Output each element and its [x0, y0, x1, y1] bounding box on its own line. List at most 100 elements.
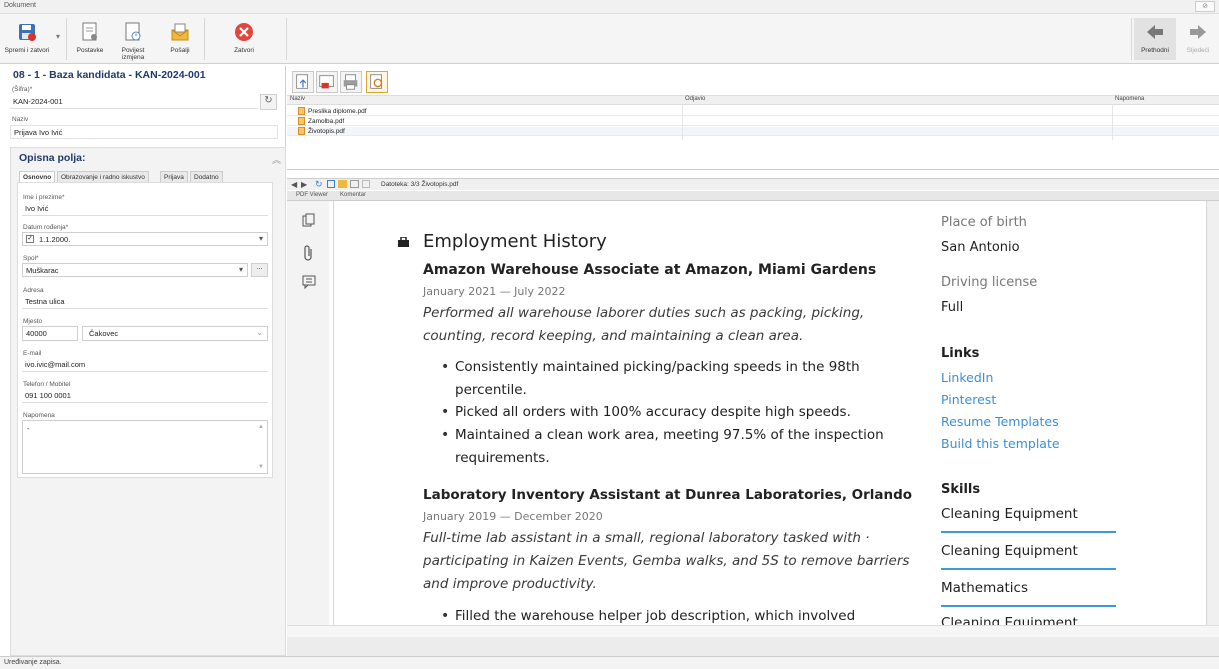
- birth-date-label: Datum rođenja*: [23, 224, 69, 231]
- tab-pdf-viewer[interactable]: PDF Viewer: [296, 192, 328, 198]
- name-field[interactable]: Prijava Ivo Ivić: [10, 125, 278, 139]
- send-button[interactable]: Pošalji: [160, 18, 200, 60]
- chevron-down-icon[interactable]: ▾: [239, 265, 243, 274]
- email-field[interactable]: ivo.ivic@mail.com: [22, 358, 268, 372]
- arrow-right-icon: [1190, 25, 1206, 39]
- driving-license-label: Driving license: [941, 275, 1038, 290]
- file-row-selected[interactable]: Životopis.pdf: [287, 127, 1219, 136]
- link-linkedin[interactable]: LinkedIn: [941, 370, 993, 385]
- phone-label: Telefon / Mobitel: [23, 381, 71, 388]
- folder-icon[interactable]: [338, 180, 347, 188]
- bullet-item: Consistently maintained picking/packing …: [455, 359, 860, 375]
- phone-field[interactable]: 091 100 0001: [22, 389, 268, 403]
- note-label: Napomena: [23, 412, 55, 419]
- full-name-label: Ime i prezime*: [23, 194, 65, 201]
- scan-pdf-icon[interactable]: [316, 71, 338, 93]
- refresh-icon[interactable]: ↻: [315, 179, 323, 190]
- next-file-icon[interactable]: ▶: [301, 180, 307, 189]
- job-description: counting, record keeping, and maintainin…: [423, 328, 804, 344]
- pdf-vertical-scrollbar[interactable]: [1207, 201, 1219, 625]
- preview-icon[interactable]: [366, 71, 388, 93]
- window-options-icon[interactable]: ⊘: [1195, 1, 1215, 12]
- skill-bar: [941, 605, 1116, 607]
- history-button[interactable]: Povijest izmjena: [110, 18, 156, 61]
- column-note[interactable]: Napomena: [1115, 96, 1144, 102]
- address-label: Adresa: [23, 287, 44, 294]
- zip-field[interactable]: 40000: [22, 326, 78, 341]
- note-textarea[interactable]: - ▲ ▼: [22, 420, 268, 474]
- prev-file-icon[interactable]: ◀: [291, 180, 297, 189]
- city-value: Čakovec: [89, 329, 119, 338]
- scroll-up-icon[interactable]: ▲: [258, 424, 264, 430]
- print-icon[interactable]: [362, 180, 370, 188]
- link-build-template[interactable]: Build this template: [941, 436, 1060, 451]
- print-icon[interactable]: [340, 71, 362, 93]
- job-dates: January 2021 — July 2022: [423, 285, 566, 298]
- save-file-icon[interactable]: [327, 180, 335, 188]
- upload-icon[interactable]: [292, 71, 314, 93]
- code-field[interactable]: KAN-2024-001: [10, 95, 258, 109]
- job-description: Full-time lab assistant in a small, regi…: [423, 530, 870, 546]
- settings-button[interactable]: Postavke: [70, 18, 110, 60]
- next-button[interactable]: Sljedeći: [1178, 18, 1218, 60]
- skill-item: Cleaning Equipment: [941, 615, 1078, 625]
- record-title: 08 - 1 - Baza kandidata - KAN-2024-001: [13, 69, 206, 81]
- attachment-icon[interactable]: [302, 245, 316, 261]
- previous-button[interactable]: Prethodni: [1134, 18, 1176, 60]
- window-titlebar: Dokument ⊘: [0, 0, 1219, 14]
- gender-more-button[interactable]: ...: [251, 263, 268, 277]
- gender-label: Spol*: [23, 255, 39, 262]
- chevron-down-icon[interactable]: ⌄: [256, 328, 263, 337]
- job-title: Amazon Warehouse Associate at Amazon, Mi…: [423, 262, 877, 278]
- full-name-field[interactable]: Ivo Ivić: [22, 202, 268, 216]
- skill-bar: [941, 531, 1116, 533]
- refresh-code-icon[interactable]: ↻: [260, 94, 277, 110]
- address-field[interactable]: Testna ulica: [22, 295, 268, 309]
- city-select[interactable]: Čakovec ⌄: [82, 326, 268, 341]
- gender-select[interactable]: Muškarac ▾: [22, 263, 248, 277]
- bullet-item: Filled the warehouse helper job descript…: [455, 608, 856, 624]
- column-name[interactable]: Naziv: [290, 96, 305, 102]
- birth-date-value: 1.1.2000.: [39, 235, 71, 244]
- skill-bar: [941, 568, 1116, 570]
- birth-date-field[interactable]: ✓ 1.1.2000. ▾: [22, 232, 268, 246]
- scroll-down-icon[interactable]: ▼: [258, 464, 264, 470]
- links-title: Links: [941, 346, 980, 361]
- link-pinterest[interactable]: Pinterest: [941, 392, 996, 407]
- pdf-horizontal-scrollbar[interactable]: [287, 625, 1219, 637]
- scan-icon[interactable]: [350, 180, 359, 188]
- settings-doc-icon: [82, 22, 97, 41]
- link-resume-templates[interactable]: Resume Templates: [941, 414, 1059, 429]
- email-label: E-mail: [23, 350, 42, 357]
- section-heading: Employment History: [423, 231, 607, 252]
- pdf-toolbar: ◀ ▶ ↻ Datoteka: 3/3 Životopis.pdf: [287, 178, 1219, 190]
- pdf-tabs: PDF Viewer Komentar: [287, 191, 1219, 201]
- job-title: Laboratory Inventory Assistant at Dunrea…: [423, 487, 913, 503]
- chevron-down-icon[interactable]: ▾: [259, 234, 263, 243]
- skill-item: Cleaning Equipment: [941, 506, 1078, 522]
- driving-license-value: Full: [941, 300, 964, 315]
- status-text: Uređivanje zapisa.: [4, 659, 62, 666]
- pdf-file-icon: [298, 127, 305, 135]
- send-icon: [171, 23, 189, 41]
- birth-date-checkbox[interactable]: ✓: [26, 235, 34, 243]
- file-counter: Datoteka: 3/3 Životopis.pdf: [381, 181, 459, 188]
- description-fields-title: Opisna polja:: [19, 152, 86, 164]
- history-icon: [125, 22, 141, 41]
- job-description: participating in Kaizen Events, Gemba wa…: [423, 553, 910, 569]
- file-row[interactable]: Zamolba.pdf: [287, 117, 1219, 126]
- job-description: and improve productivity.: [423, 576, 597, 592]
- skill-item: Mathematics: [941, 580, 1028, 596]
- column-checked-out[interactable]: Odjavio: [685, 96, 705, 102]
- pdf-file-icon: [298, 107, 305, 115]
- arrow-left-icon: [1147, 25, 1163, 39]
- close-button[interactable]: Zatvori: [226, 18, 262, 60]
- save-icon: [19, 24, 36, 41]
- collapse-icon[interactable]: ︽: [272, 153, 281, 166]
- save-close-button[interactable]: Spremi i zatvori: [2, 18, 52, 60]
- comment-icon[interactable]: [302, 275, 316, 289]
- save-dropdown-icon[interactable]: ▾: [52, 18, 64, 60]
- tab-comment[interactable]: Komentar: [340, 192, 366, 198]
- pages-icon[interactable]: [302, 213, 316, 227]
- file-row[interactable]: Preslika diplome.pdf: [287, 107, 1219, 116]
